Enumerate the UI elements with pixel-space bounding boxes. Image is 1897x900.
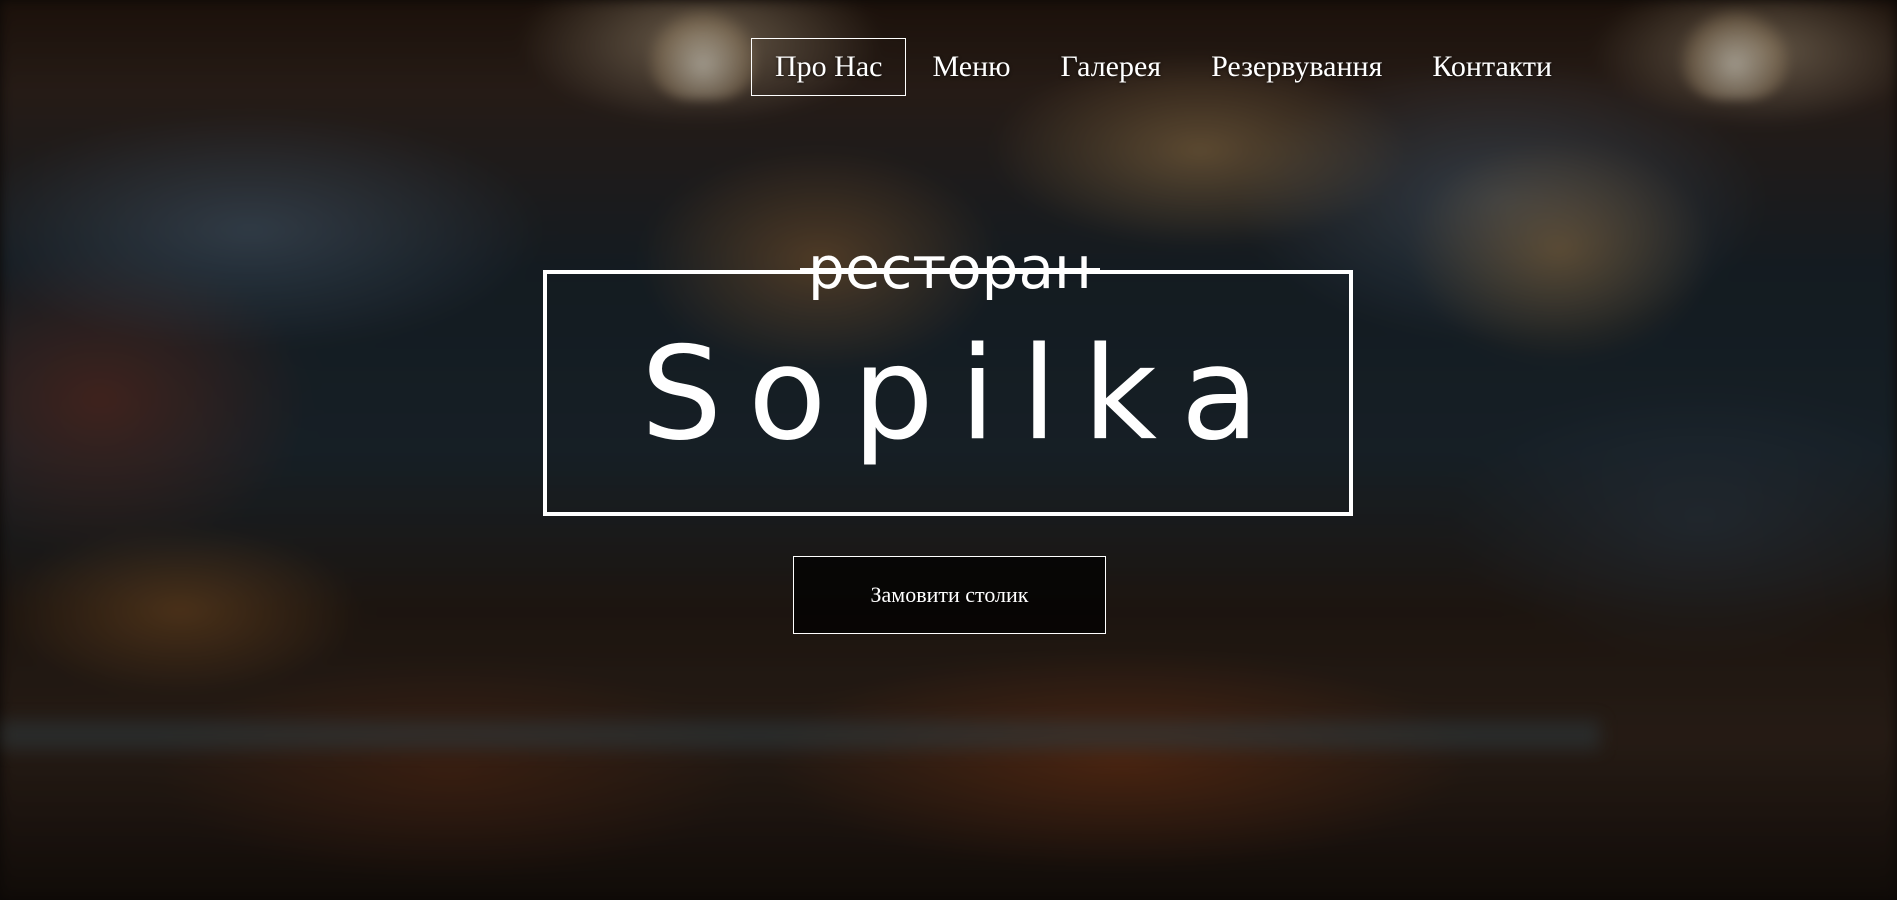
hero-title: Sopilka — [640, 320, 1286, 469]
subtitle-frame-line — [800, 268, 1100, 272]
nav-item-menu[interactable]: Меню — [908, 38, 1034, 96]
main-navigation: Про Нас Меню Галерея Резервування Контак… — [751, 38, 1578, 96]
nav-item-contacts[interactable]: Контакти — [1408, 38, 1576, 96]
nav-item-reservation[interactable]: Резервування — [1187, 38, 1406, 96]
nav-item-about[interactable]: Про Нас — [751, 38, 907, 96]
book-table-button[interactable]: Замовити столик — [793, 556, 1106, 634]
nav-item-gallery[interactable]: Галерея — [1037, 38, 1186, 96]
page: Про Нас Меню Галерея Резервування Контак… — [0, 0, 1897, 900]
